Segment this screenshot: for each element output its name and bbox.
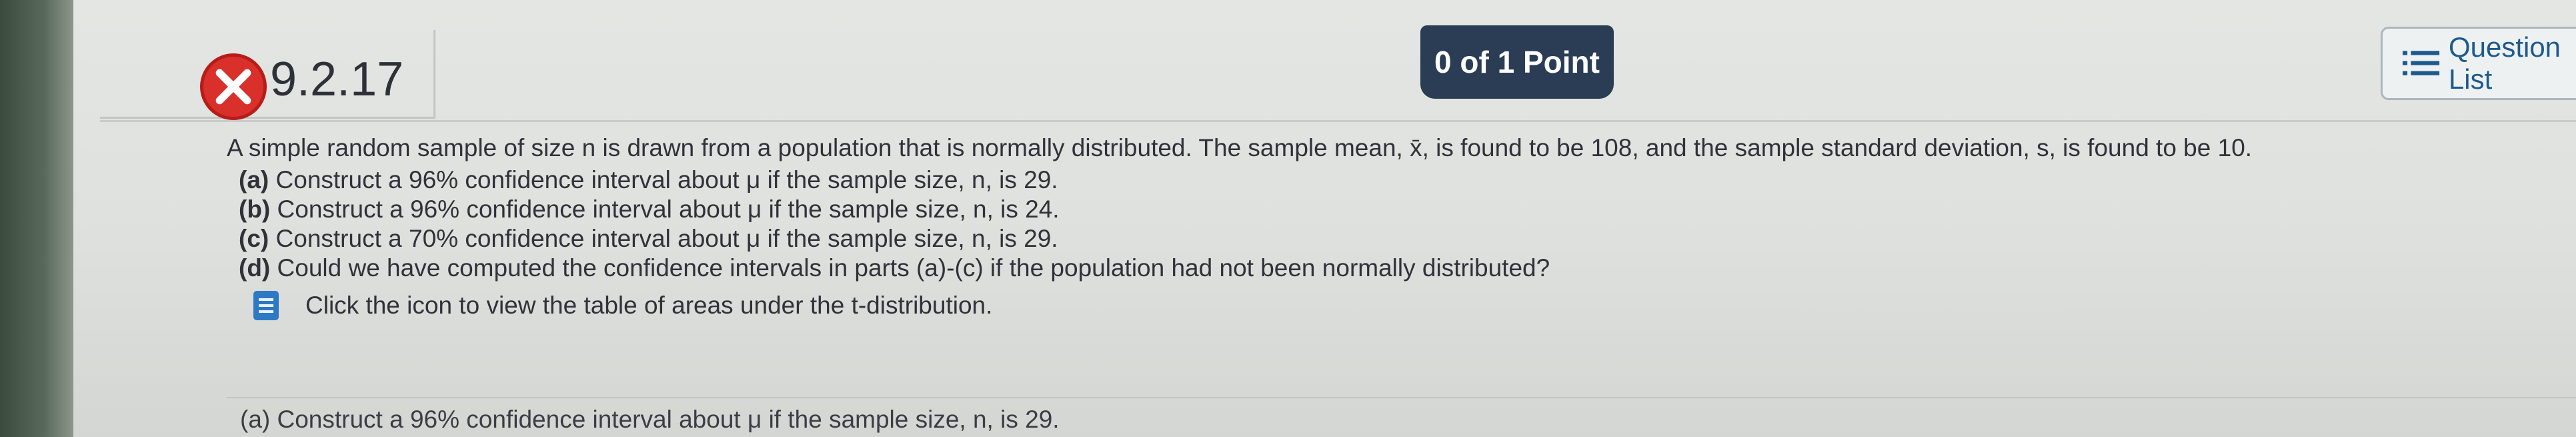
part-b: (b) Construct a 96% confidence interval … <box>227 195 2527 224</box>
part-a-label: (a) <box>239 166 269 193</box>
part-d-label: (d) <box>239 254 271 282</box>
question-number: 9.2.17 <box>270 53 404 106</box>
part-d: (d) Could we have computed the confidenc… <box>227 254 2527 283</box>
x-mark-icon <box>215 69 251 105</box>
problem-intro: A simple random sample of size n is draw… <box>227 134 2253 161</box>
t-table-link-text: Click the icon to view the table of area… <box>305 292 993 319</box>
document-icon[interactable] <box>253 291 279 320</box>
score-text: 0 of 1 Point <box>1434 45 1600 79</box>
screen-bezel <box>0 0 73 437</box>
incorrect-status-icon <box>200 53 267 120</box>
part-c-text: Construct a 70% confidence interval abou… <box>275 225 1058 252</box>
list-icon <box>2403 51 2440 75</box>
answer-divider <box>227 397 2576 398</box>
part-b-text: Construct a 96% confidence interval abou… <box>277 195 1060 223</box>
header-divider <box>100 120 2576 122</box>
question-list-button[interactable]: Question List <box>2381 27 2576 100</box>
part-b-label: (b) <box>239 195 271 223</box>
part-a: (a) Construct a 96% confidence interval … <box>227 165 2527 195</box>
answer-part-a-prompt: (a) Construct a 96% confidence interval … <box>240 406 1060 433</box>
part-d-text: Could we have computed the confidence in… <box>277 254 1550 282</box>
part-c-label: (c) <box>239 225 269 252</box>
question-list-label: Question List <box>2448 31 2561 95</box>
t-table-link-row: Click the icon to view the table of area… <box>227 291 2527 320</box>
part-a-text: Construct a 96% confidence interval abou… <box>275 166 1058 193</box>
problem-statement: A simple random sample of size n is draw… <box>227 133 2527 320</box>
part-c: (c) Construct a 70% confidence interval … <box>227 224 2527 254</box>
score-badge: 0 of 1 Point <box>1420 25 1614 99</box>
